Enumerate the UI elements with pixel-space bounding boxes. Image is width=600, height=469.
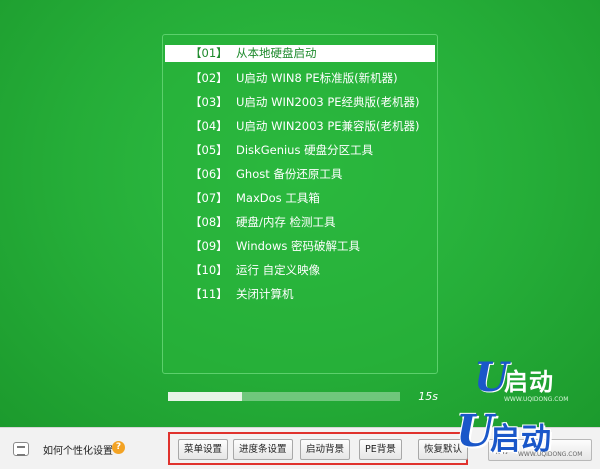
- boot-menu-item-number: 【09】: [190, 239, 228, 253]
- boot-menu-item-number: 【01】: [190, 46, 228, 60]
- boot-menu-item-label: DiskGenius 硬盘分区工具: [236, 143, 374, 157]
- boot-menu-item-label: 硬盘/内存 检测工具: [236, 215, 336, 229]
- customize-button-group: 菜单设置 进度条设置 启动背景 PE背景 恢复默认: [168, 432, 468, 465]
- boot-menu-item[interactable]: 【05】 DiskGenius 硬盘分区工具: [165, 141, 435, 165]
- boot-menu-item[interactable]: 【07】 MaxDos 工具箱: [165, 189, 435, 213]
- progress-fill: [168, 392, 243, 401]
- logo-large-mark: U: [456, 406, 495, 457]
- boot-menu-list: 【01】 从本地硬盘启动 【02】 U启动 WIN8 PE标准版(新机器) 【03】 U启…: [165, 45, 435, 309]
- boot-menu-item-number: 【07】: [190, 191, 228, 205]
- boot-menu-item[interactable]: 【10】 运行 自定义映像: [165, 261, 435, 285]
- progress-track: [168, 392, 400, 401]
- boot-menu-item-label: MaxDos 工具箱: [236, 191, 320, 205]
- boot-menu-item-label: Ghost 备份还原工具: [236, 167, 343, 181]
- boot-menu-item[interactable]: 【03】 U启动 WIN2003 PE经典版(老机器): [165, 93, 435, 117]
- boot-menu-preview: 【01】 从本地硬盘启动 【02】 U启动 WIN8 PE标准版(新机器) 【03】 U启…: [0, 0, 600, 427]
- customize-title: 如何个性化设置: [43, 446, 113, 457]
- boot-menu-item[interactable]: 【02】 U启动 WIN8 PE标准版(新机器): [165, 69, 435, 93]
- boot-menu-item-number: 【05】: [190, 143, 228, 157]
- logo-url: WWW.UQIDONG.COM: [504, 396, 569, 403]
- boot-menu-item-label: 关闭计算机: [236, 287, 294, 301]
- boot-menu-item[interactable]: 【01】 从本地硬盘启动: [165, 45, 435, 62]
- uqidong-logo-large: U 启动 WWW.UQIDONG.COM: [456, 407, 596, 465]
- boot-menu-item-label: 运行 自定义映像: [236, 263, 321, 277]
- boot-menu-panel: 【01】 从本地硬盘启动 【02】 U启动 WIN8 PE标准版(新机器) 【03】 U启…: [162, 34, 438, 374]
- progress-bar-settings-button[interactable]: 进度条设置: [233, 439, 293, 460]
- countdown-time: 15s: [418, 390, 438, 403]
- boot-menu-item-label: Windows 密码破解工具: [236, 239, 360, 253]
- boot-menu-item[interactable]: 【08】 硬盘/内存 检测工具: [165, 213, 435, 237]
- help-icon[interactable]: ?: [112, 441, 125, 454]
- boot-menu-item-number: 【06】: [190, 167, 228, 181]
- logo-text: 启动: [504, 368, 554, 396]
- boot-menu-item-number: 【03】: [190, 95, 228, 109]
- boot-background-button[interactable]: 启动背景: [300, 439, 351, 460]
- boot-menu-item[interactable]: 【04】 U启动 WIN2003 PE兼容版(老机器): [165, 117, 435, 141]
- boot-menu-item-number: 【11】: [190, 287, 228, 301]
- boot-menu-item-label: 从本地硬盘启动: [236, 46, 317, 60]
- countdown-progress: 15s: [168, 390, 440, 404]
- boot-menu-item-number: 【02】: [190, 71, 228, 85]
- boot-menu-item[interactable]: 【06】 Ghost 备份还原工具: [165, 165, 435, 189]
- boot-menu-item[interactable]: 【09】 Windows 密码破解工具: [165, 237, 435, 261]
- boot-menu-item-number: 【08】: [190, 215, 228, 229]
- settings-icon: [13, 442, 29, 456]
- logo-large-url: WWW.UQIDONG.COM: [518, 451, 583, 458]
- boot-menu-item-number: 【04】: [190, 119, 228, 133]
- boot-menu-item[interactable]: 【11】 关闭计算机: [165, 285, 435, 309]
- boot-menu-item-label: U启动 WIN8 PE标准版(新机器): [236, 71, 398, 85]
- boot-menu-item-number: 【10】: [190, 263, 228, 277]
- boot-menu-item-label: U启动 WIN2003 PE经典版(老机器): [236, 95, 420, 109]
- pe-background-button[interactable]: PE背景: [359, 439, 402, 460]
- boot-menu-item-label: U启动 WIN2003 PE兼容版(老机器): [236, 119, 420, 133]
- menu-settings-button[interactable]: 菜单设置: [178, 439, 229, 460]
